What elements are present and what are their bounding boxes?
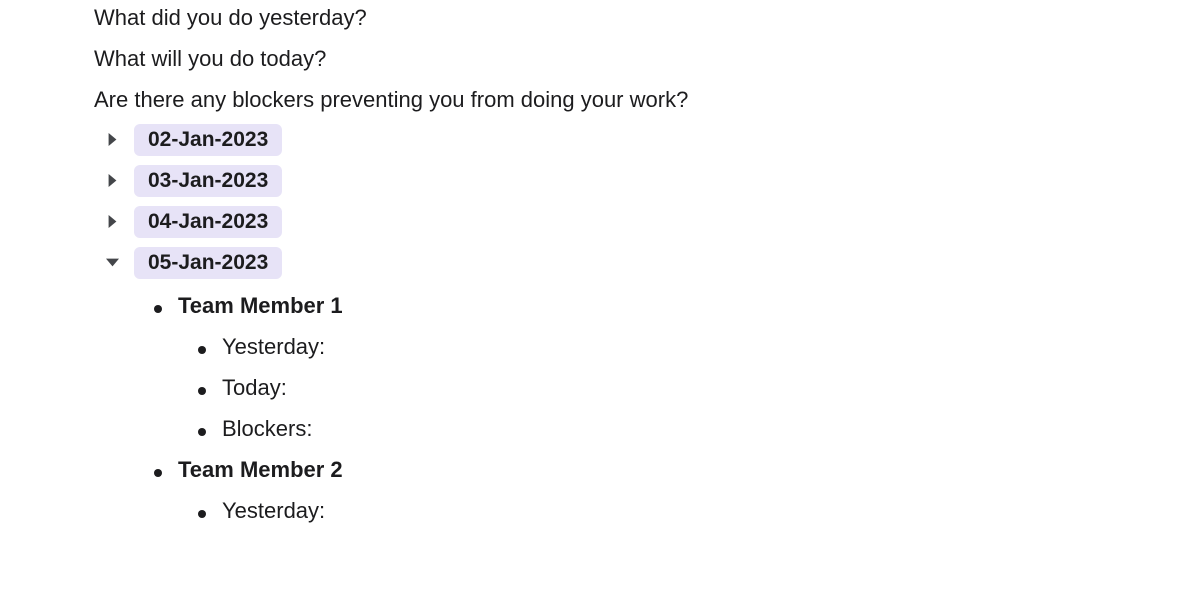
list-item: Yesterday: <box>198 334 1200 360</box>
sub-list: Yesterday: Today: Blockers: <box>198 334 1200 442</box>
question-today: What will you do today? <box>94 41 1200 76</box>
date-toggle-item[interactable]: 03-Jan-2023 <box>100 165 1200 197</box>
bullet-icon <box>198 428 206 436</box>
date-toggle-list: 02-Jan-2023 03-Jan-2023 04-Jan-2023 05-J… <box>100 124 1200 524</box>
bullet-icon <box>154 305 162 313</box>
bullet-icon <box>154 469 162 477</box>
question-blockers: Are there any blockers preventing you fr… <box>94 82 1200 117</box>
bullet-icon <box>198 387 206 395</box>
date-chip[interactable]: 04-Jan-2023 <box>134 206 282 238</box>
date-toggle-item[interactable]: 04-Jan-2023 <box>100 206 1200 238</box>
field-label: Today: <box>222 375 287 401</box>
list-item: Team Member 1 <box>154 293 1200 319</box>
member-name: Team Member 2 <box>178 457 343 483</box>
list-item: Yesterday: <box>198 498 1200 524</box>
date-chip[interactable]: 03-Jan-2023 <box>134 165 282 197</box>
chevron-right-icon[interactable] <box>100 169 124 193</box>
date-chip[interactable]: 02-Jan-2023 <box>134 124 282 156</box>
chevron-down-icon[interactable] <box>100 251 124 275</box>
chevron-right-icon[interactable] <box>100 210 124 234</box>
member-name: Team Member 1 <box>178 293 343 319</box>
field-label: Blockers: <box>222 416 312 442</box>
date-chip[interactable]: 05-Jan-2023 <box>134 247 282 279</box>
field-label: Yesterday: <box>222 498 325 524</box>
list-item: Today: <box>198 375 1200 401</box>
date-toggle-item[interactable]: 02-Jan-2023 <box>100 124 1200 156</box>
date-toggle-item-expanded[interactable]: 05-Jan-2023 <box>100 247 1200 279</box>
question-yesterday: What did you do yesterday? <box>94 0 1200 35</box>
bullet-icon <box>198 346 206 354</box>
field-label: Yesterday: <box>222 334 325 360</box>
chevron-right-icon[interactable] <box>100 128 124 152</box>
list-item: Team Member 2 <box>154 457 1200 483</box>
bullet-icon <box>198 510 206 518</box>
list-item: Blockers: <box>198 416 1200 442</box>
sub-list: Yesterday: <box>198 498 1200 524</box>
member-list: Team Member 1 Yesterday: Today: Blockers… <box>154 293 1200 524</box>
